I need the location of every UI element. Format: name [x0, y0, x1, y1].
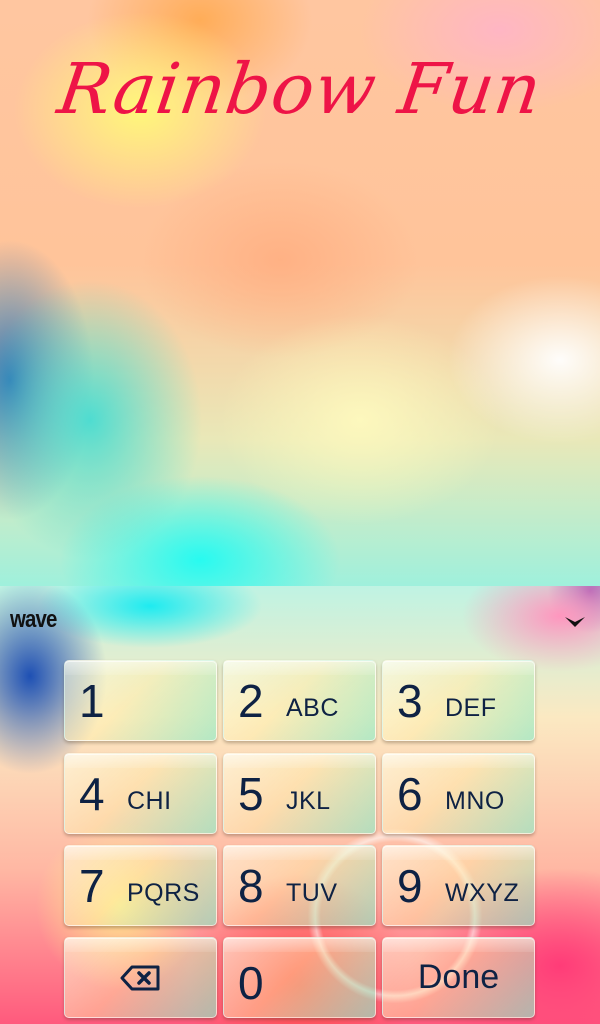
key-7[interactable]: 7 PQRS [64, 845, 217, 926]
key-0[interactable]: 0 [223, 937, 376, 1018]
backspace-icon [120, 965, 159, 990]
done-button[interactable]: Done [382, 937, 535, 1018]
key-letters: JKL [286, 787, 331, 815]
key-5[interactable]: 5 JKL [223, 753, 376, 834]
key-digit: 1 [79, 675, 105, 727]
key-digit: 4 [79, 768, 105, 820]
key-letters: MNO [445, 787, 505, 815]
key-6[interactable]: 6 MNO [382, 753, 535, 834]
key-digit: 3 [397, 675, 423, 727]
backspace-key[interactable] [64, 937, 217, 1018]
key-digit: 9 [397, 860, 423, 912]
theme-preview: Rainbow Fun [0, 0, 600, 586]
key-letters: CHI [127, 787, 172, 815]
key-2[interactable]: 2 ABC [223, 660, 376, 741]
key-digit: 0 [238, 957, 264, 1009]
wave-logo: wave [10, 606, 57, 633]
key-3[interactable]: 3 DEF [382, 660, 535, 741]
key-8[interactable]: 8 TUV [223, 845, 376, 926]
theme-title: Rainbow Fun [53, 48, 547, 130]
key-9[interactable]: 9 WXYZ [382, 845, 535, 926]
chevron-down-icon [565, 617, 585, 627]
key-4[interactable]: 4 CHI [64, 753, 217, 834]
key-letters: TUV [286, 879, 338, 907]
key-letters: PQRS [127, 879, 200, 907]
key-digit: 5 [238, 768, 264, 820]
key-1[interactable]: 1 [64, 660, 217, 741]
key-letters: WXYZ [445, 879, 520, 907]
key-letters: DEF [445, 694, 497, 722]
collapse-keyboard-button[interactable] [564, 614, 586, 630]
numeric-keyboard: wave 1 2 ABC 3 DEF 4 CHI 5 JKL 6 MNO 7 P… [0, 586, 600, 1024]
key-digit: 8 [238, 860, 264, 912]
key-letters: ABC [286, 694, 339, 722]
done-label: Done [417, 958, 500, 996]
key-digit: 7 [79, 860, 105, 912]
key-digit: 2 [238, 675, 264, 727]
key-digit: 6 [397, 768, 423, 820]
